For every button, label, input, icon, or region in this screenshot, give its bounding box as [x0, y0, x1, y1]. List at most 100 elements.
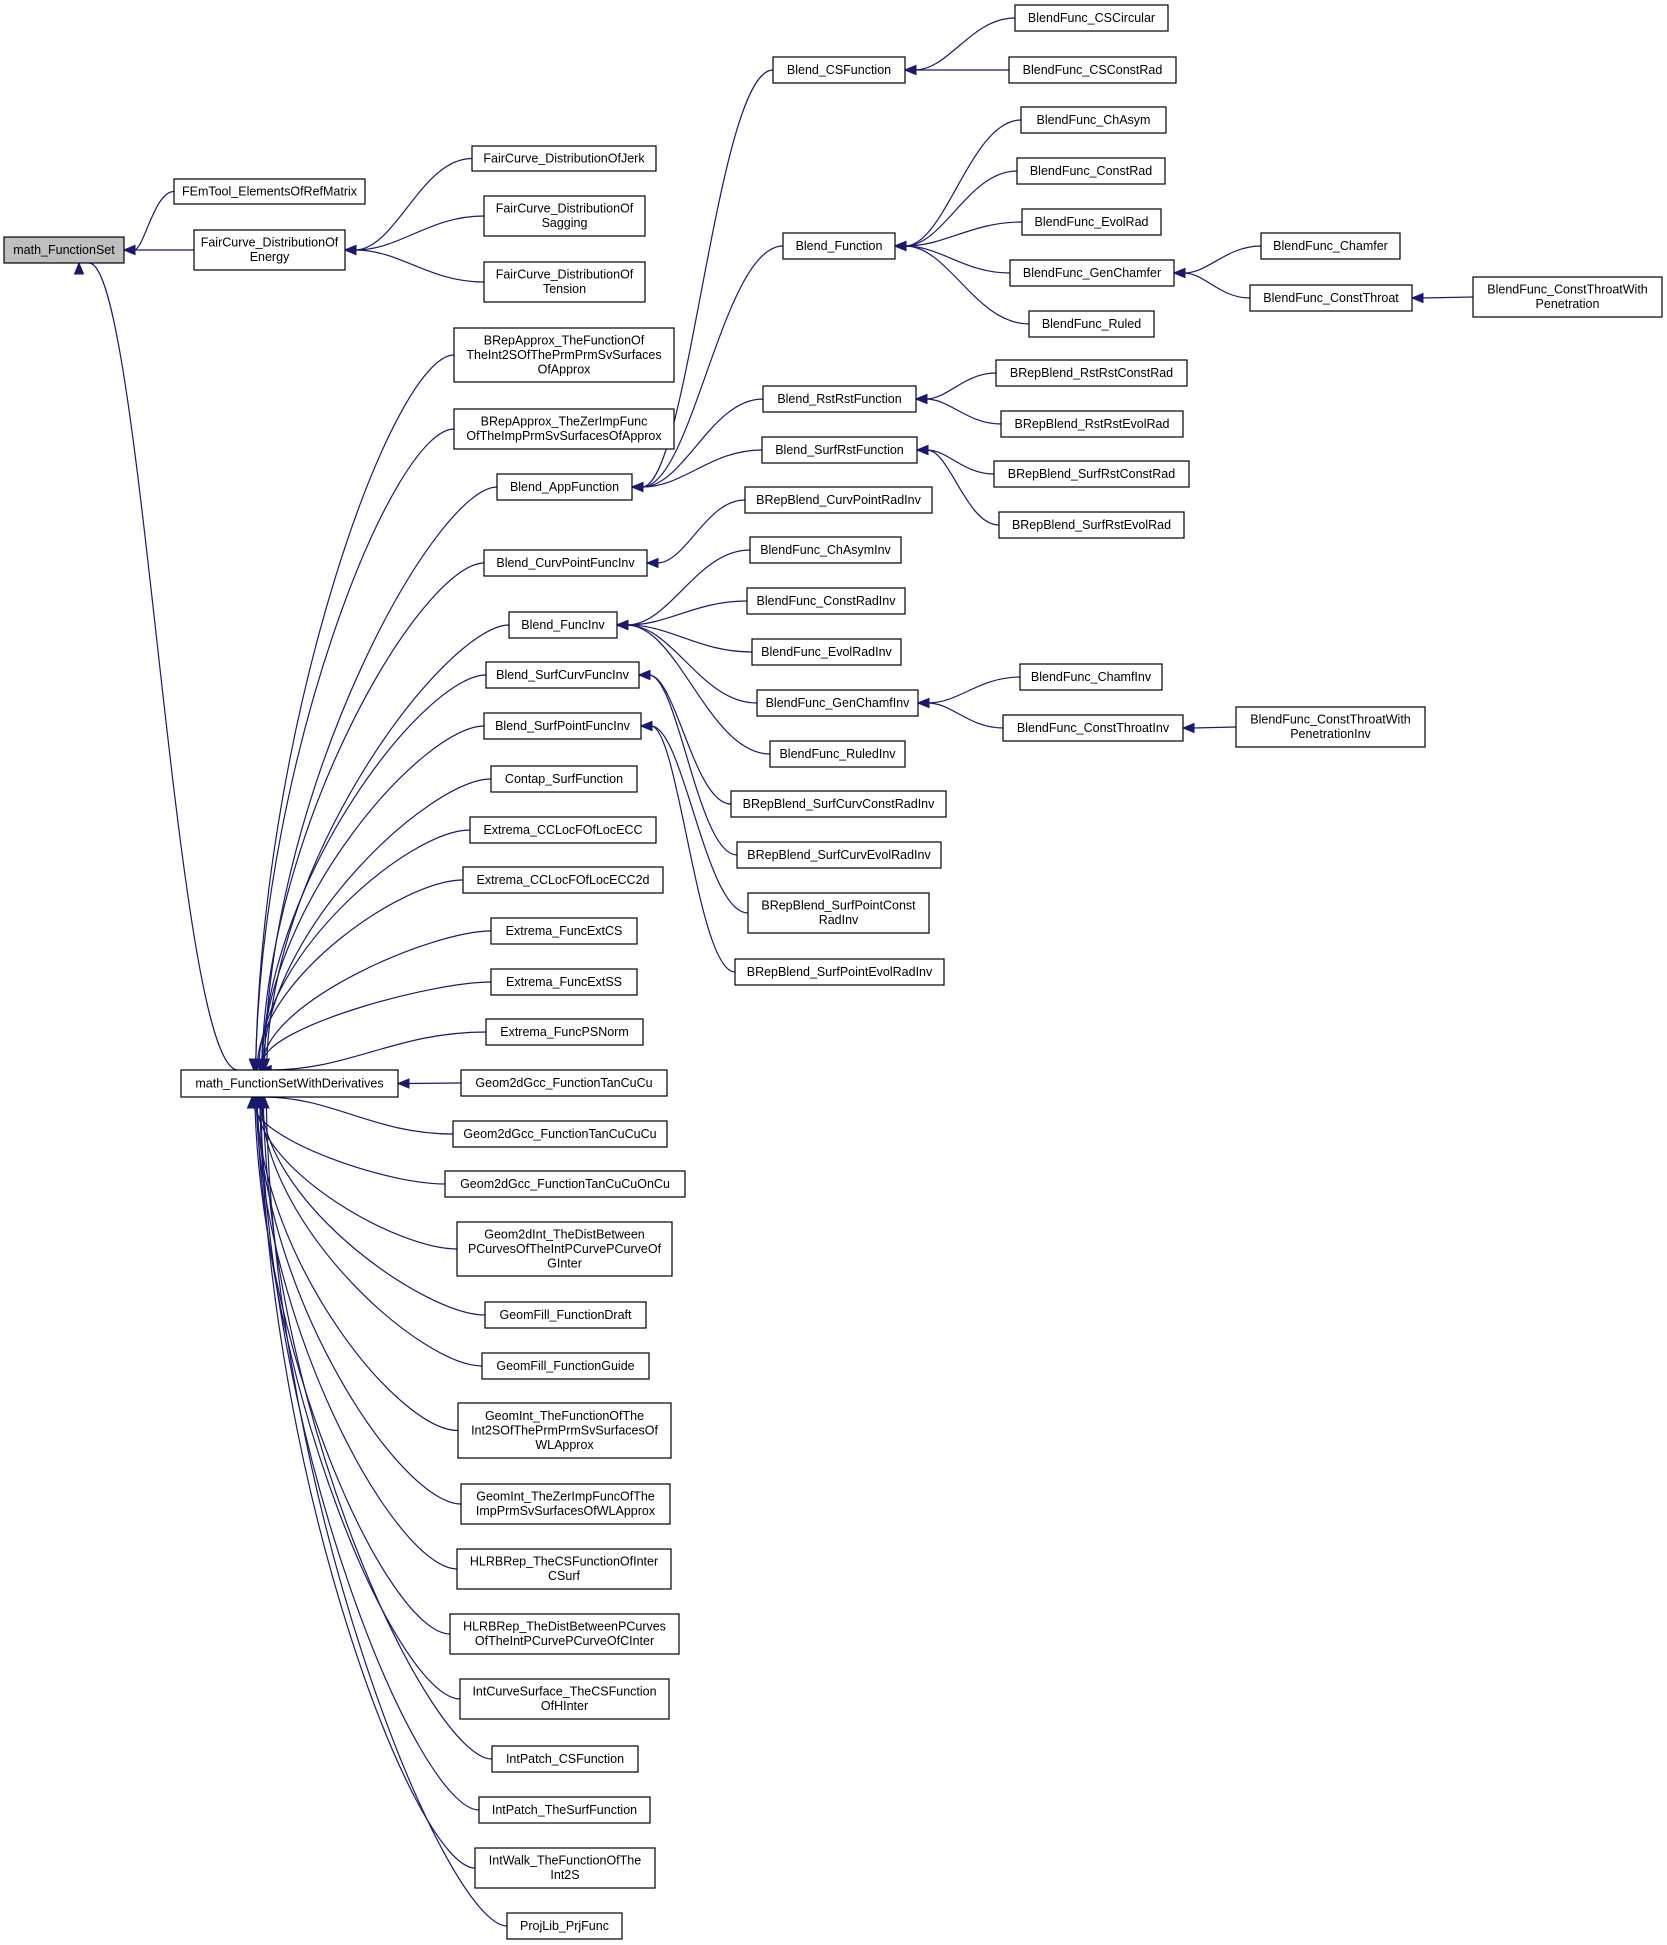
class-node[interactable]: FairCurve_DistributionOfEnergy: [193, 229, 346, 271]
class-node[interactable]: BRepBlend_RstRstConstRad: [995, 359, 1188, 387]
class-node[interactable]: Blend_CurvPointFuncInv: [483, 549, 648, 577]
node-label: Extrema_FuncExtSS: [506, 975, 622, 989]
class-node[interactable]: Extrema_FuncExtSS: [490, 968, 638, 996]
class-node[interactable]: BlendFunc_RuledInv: [769, 740, 906, 768]
class-node[interactable]: BlendFunc_GenChamfInv: [756, 689, 919, 717]
class-node[interactable]: BRepBlend_SurfRstConstRad: [993, 460, 1190, 488]
node-label: FairCurve_DistributionOf: [201, 236, 339, 250]
class-node[interactable]: BlendFunc_ChAsym: [1020, 106, 1167, 134]
class-node[interactable]: Geom2dGcc_FunctionTanCuCu: [460, 1069, 668, 1097]
class-node[interactable]: Blend_Function: [782, 232, 896, 260]
class-node[interactable]: Geom2dInt_TheDistBetweenPCurvesOfTheIntP…: [456, 1221, 673, 1277]
class-node[interactable]: BlendFunc_ConstThroatInv: [1002, 714, 1184, 742]
class-node[interactable]: Geom2dGcc_FunctionTanCuCuCu: [452, 1120, 668, 1148]
node-label: BlendFunc_GenChamfer: [1023, 266, 1161, 280]
inheritance-edge: [626, 624, 758, 704]
node-label: GeomInt_TheZerImpFuncOfThe: [476, 1490, 655, 1504]
class-node[interactable]: GeomFill_FunctionGuide: [481, 1352, 650, 1380]
class-node[interactable]: BRepBlend_SurfCurvConstRadInv: [730, 790, 947, 818]
class-node[interactable]: Blend_SurfRstFunction: [761, 436, 918, 464]
class-node[interactable]: BlendFunc_EvolRadInv: [751, 638, 902, 666]
node-label: BRepBlend_SurfPointEvolRadInv: [747, 965, 933, 979]
inheritance-edge: [253, 1106, 446, 1185]
class-node[interactable]: Extrema_CCLocFOfLocECC: [469, 816, 657, 844]
inheritance-edge: [1421, 296, 1474, 299]
class-node[interactable]: BlendFunc_ConstThroatWithPenetrationInv: [1235, 706, 1426, 748]
node-label: ProjLib_PrjFunc: [520, 1919, 609, 1933]
class-node[interactable]: BlendFunc_Ruled: [1028, 310, 1155, 338]
class-node[interactable]: FairCurve_DistributionOfTension: [483, 261, 646, 303]
class-node[interactable]: BlendFunc_ChamfInv: [1019, 663, 1163, 691]
node-label: IntWalk_TheFunctionOfThe: [489, 1854, 641, 1868]
node-label: Penetration: [1536, 297, 1600, 311]
class-node[interactable]: BlendFunc_EvolRad: [1021, 208, 1162, 236]
class-node[interactable]: ProjLib_PrjFunc: [506, 1912, 623, 1940]
class-node[interactable]: math_FunctionSetWithDerivatives: [180, 1069, 399, 1098]
class-node[interactable]: BlendFunc_GenChamfer: [1009, 259, 1175, 287]
node-label: math_FunctionSet: [13, 243, 115, 257]
inheritance-edge: [626, 624, 771, 755]
class-node[interactable]: GeomInt_TheFunctionOfTheInt2SOfThePrmPrm…: [457, 1402, 672, 1459]
node-label: Blend_RstRstFunction: [777, 392, 901, 406]
inheritance-edge: [904, 119, 1022, 247]
class-node[interactable]: Blend_CSFunction: [772, 56, 906, 84]
node-label: math_FunctionSetWithDerivatives: [195, 1076, 383, 1090]
node-label: FEmTool_ElementsOfRefMatrix: [182, 184, 358, 198]
class-node[interactable]: IntCurveSurface_TheCSFunctionOfHInter: [459, 1678, 670, 1720]
class-node[interactable]: BRepApprox_TheZerImpFuncOfTheImpPrmSvSur…: [453, 408, 675, 450]
class-node[interactable]: Blend_SurfPointFuncInv: [483, 712, 642, 740]
class-node[interactable]: GeomFill_FunctionDraft: [484, 1301, 647, 1329]
node-label: BlendFunc_ChamfInv: [1031, 670, 1152, 684]
class-node[interactable]: BRepBlend_SurfCurvEvolRadInv: [736, 841, 942, 869]
class-node[interactable]: BlendFunc_Chamfer: [1260, 232, 1401, 260]
inheritance-edge: [926, 449, 1000, 526]
class-node[interactable]: Blend_AppFunction: [496, 473, 633, 501]
class-node[interactable]: BlendFunc_ConstRad: [1016, 157, 1166, 185]
class-node[interactable]: HLRBRep_TheCSFunctionOfInterCSurf: [456, 1548, 672, 1590]
inheritance-edge: [914, 17, 1016, 71]
node-label: FairCurve_DistributionOf: [496, 268, 634, 282]
node-label: Blend_Function: [796, 239, 883, 253]
node-label: BRepBlend_SurfPointConst: [761, 899, 916, 913]
node-label: BlendFunc_GenChamfInv: [766, 696, 911, 710]
class-node[interactable]: math_FunctionSet: [3, 236, 125, 264]
class-node[interactable]: Blend_SurfCurvFuncInv: [485, 661, 640, 689]
inheritance-edge: [261, 725, 485, 1061]
node-label: GInter: [547, 1256, 582, 1270]
class-node[interactable]: Contap_SurfFunction: [490, 765, 638, 793]
class-node[interactable]: BRepBlend_SurfPointConstRadInv: [747, 892, 930, 934]
class-node[interactable]: IntWalk_TheFunctionOfTheInt2S: [474, 1847, 656, 1889]
class-node[interactable]: FairCurve_DistributionOfSagging: [483, 195, 646, 237]
class-node[interactable]: FairCurve_DistributionOfJerk: [471, 145, 657, 172]
node-label: HLRBRep_TheCSFunctionOfInter: [470, 1555, 658, 1569]
class-node[interactable]: IntPatch_CSFunction: [491, 1745, 639, 1773]
class-node[interactable]: GeomInt_TheZerImpFuncOfTheImpPrmSvSurfac…: [460, 1483, 671, 1525]
class-node[interactable]: Blend_FuncInv: [508, 611, 618, 639]
class-node[interactable]: IntPatch_TheSurfFunction: [478, 1796, 651, 1824]
node-label: BRepBlend_SurfRstConstRad: [1008, 467, 1175, 481]
class-node[interactable]: Extrema_FuncPSNorm: [485, 1018, 644, 1046]
class-node[interactable]: BlendFunc_ConstThroat: [1249, 284, 1413, 312]
class-node[interactable]: BlendFunc_ChAsymInv: [749, 536, 902, 564]
class-node[interactable]: BRepApprox_TheFunctionOfTheInt2SOfThePrm…: [453, 327, 675, 383]
node-label: BlendFunc_EvolRadInv: [761, 645, 892, 659]
class-node[interactable]: FEmTool_ElementsOfRefMatrix: [173, 178, 366, 205]
class-node[interactable]: HLRBRep_TheDistBetweenPCurvesOfTheIntPCu…: [449, 1613, 680, 1655]
class-node[interactable]: BRepBlend_CurvPointRadInv: [744, 486, 933, 514]
class-node[interactable]: BlendFunc_CSConstRad: [1008, 56, 1177, 84]
class-node[interactable]: BRepBlend_SurfPointEvolRadInv: [734, 958, 945, 986]
arrowhead-icon: [1410, 292, 1424, 304]
class-node[interactable]: Extrema_CCLocFOfLocECC2d: [462, 866, 664, 894]
class-node[interactable]: BlendFunc_ConstThroatWithPenetration: [1472, 276, 1663, 318]
node-label: Blend_CurvPointFuncInv: [496, 556, 635, 570]
class-node[interactable]: BlendFunc_ConstRadInv: [746, 587, 906, 615]
arrowhead-icon: [639, 720, 653, 732]
class-node[interactable]: Geom2dGcc_FunctionTanCuCuOnCu: [444, 1170, 686, 1198]
class-node[interactable]: Blend_RstRstFunction: [762, 385, 917, 413]
class-node[interactable]: BRepBlend_RstRstEvolRad: [1000, 410, 1184, 438]
class-node[interactable]: Extrema_FuncExtCS: [490, 917, 638, 945]
class-node[interactable]: BRepBlend_SurfRstEvolRad: [998, 511, 1185, 539]
class-node[interactable]: BlendFunc_CSCircular: [1014, 4, 1169, 32]
node-label: BlendFunc_ChAsym: [1037, 113, 1151, 127]
arrowhead-icon: [122, 244, 136, 256]
